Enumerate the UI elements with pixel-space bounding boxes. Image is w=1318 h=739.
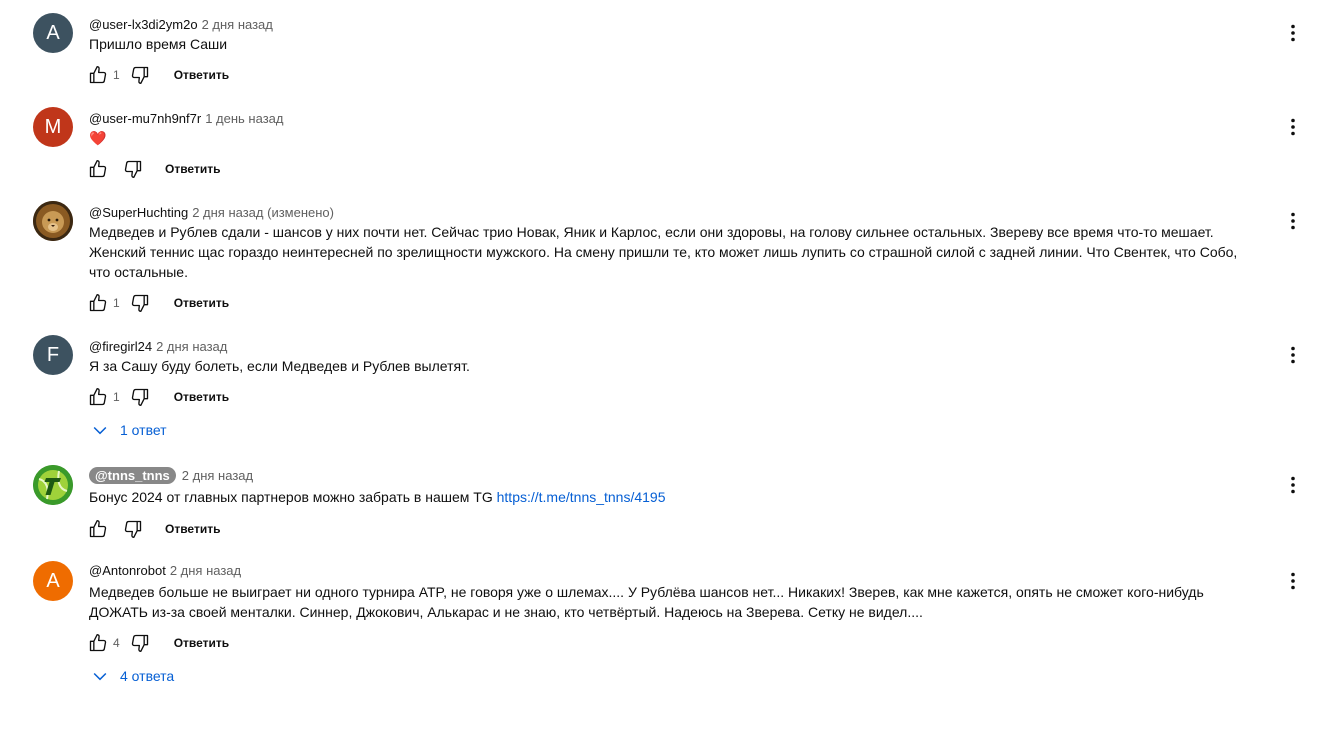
comment-author[interactable]: @user-mu7nh9nf7r [89, 111, 201, 126]
thumb-up-icon[interactable] [86, 63, 110, 87]
thumb-down-icon[interactable] [121, 157, 145, 181]
show-replies-button[interactable]: 4 ответа [90, 664, 174, 688]
like-count: 4 [113, 636, 120, 650]
comment-author[interactable]: @tnns_tnns [89, 466, 176, 484]
comment-actions: 4 Ответить [86, 631, 229, 655]
comment-actions: 1 Ответить [86, 63, 229, 87]
reply-button[interactable]: Ответить [174, 68, 229, 82]
show-replies-button[interactable]: 1 ответ [90, 418, 167, 442]
comment-header: @SuperHuchting 2 дня назад (изменено) [89, 203, 334, 221]
comment-actions: 1 Ответить [86, 291, 229, 315]
like-count: 1 [113, 390, 120, 404]
thumb-down-icon[interactable] [128, 291, 152, 315]
reply-button[interactable]: Ответить [165, 522, 220, 536]
reply-button[interactable]: Ответить [174, 636, 229, 650]
comment-author[interactable]: @Antonrobot [89, 563, 166, 578]
lion-photo [33, 201, 73, 241]
comment-time[interactable]: 2 дня назад [156, 339, 227, 354]
comment-header: @Antonrobot 2 дня назад [89, 561, 241, 579]
thumb-up-icon[interactable] [86, 517, 110, 541]
comment-time[interactable]: 2 дня назад [170, 563, 241, 578]
comment-author[interactable]: @SuperHuchting [89, 205, 188, 220]
reply-button[interactable]: Ответить [174, 390, 229, 404]
like-count: 1 [113, 296, 120, 310]
comment-text-content: Бонус 2024 от главных партнеров можно за… [89, 489, 497, 505]
thumb-up-icon[interactable] [86, 631, 110, 655]
avatar[interactable]: M [33, 107, 73, 147]
comment-text: Я за Сашу буду болеть, если Медведев и Р… [89, 358, 470, 374]
more-vertical-icon[interactable] [1281, 209, 1305, 233]
comment-link[interactable]: https://t.me/tnns_tnns/4195 [497, 489, 666, 505]
comment-header: @user-lx3di2ym2o 2 дня назад [89, 15, 273, 33]
comment-time[interactable]: 2 дня назад [202, 17, 273, 32]
comment-actions: Ответить [86, 517, 220, 541]
avatar[interactable]: A [33, 13, 73, 53]
comment-actions: 1 Ответить [86, 385, 229, 409]
comment-time[interactable]: 2 дня назад [182, 468, 253, 483]
chevron-down-icon [93, 672, 107, 681]
avatar[interactable] [33, 201, 73, 241]
comment-header: @user-mu7nh9nf7r 1 день назад [89, 109, 283, 127]
more-vertical-icon[interactable] [1281, 21, 1305, 45]
tennis-ball-logo [33, 465, 73, 505]
thumb-up-icon[interactable] [86, 291, 110, 315]
avatar[interactable]: A [33, 561, 73, 601]
comment-text: ❤️ [89, 130, 107, 146]
avatar[interactable] [33, 465, 73, 505]
thumb-down-icon[interactable] [128, 385, 152, 409]
replies-count: 4 ответа [120, 668, 175, 684]
more-vertical-icon[interactable] [1281, 473, 1305, 497]
comment-text: Бонус 2024 от главных партнеров можно за… [89, 487, 1259, 507]
reply-button[interactable]: Ответить [165, 162, 220, 176]
chevron-down-icon [93, 426, 107, 435]
comment-author[interactable]: @firegirl24 [89, 339, 152, 354]
comment-time[interactable]: 2 дня назад (изменено) [192, 205, 334, 220]
comment-header: @firegirl24 2 дня назад [89, 337, 227, 355]
comment-text: Медведев и Рублев сдали - шансов у них п… [89, 224, 1238, 280]
avatar[interactable]: F [33, 335, 73, 375]
comment-actions: Ответить [86, 157, 220, 181]
more-vertical-icon[interactable] [1281, 343, 1305, 367]
like-count: 1 [113, 68, 120, 82]
thumb-up-icon[interactable] [86, 157, 110, 181]
replies-count: 1 ответ [120, 422, 167, 438]
more-vertical-icon[interactable] [1281, 569, 1305, 593]
thumb-down-icon[interactable] [128, 631, 152, 655]
thumb-down-icon[interactable] [121, 517, 145, 541]
comment-time[interactable]: 1 день назад [205, 111, 283, 126]
comment-text: Медведев больше не выиграет ни одного ту… [89, 584, 1204, 620]
reply-button[interactable]: Ответить [174, 296, 229, 310]
comment-author[interactable]: @user-lx3di2ym2o [89, 17, 198, 32]
thumb-down-icon[interactable] [128, 63, 152, 87]
more-vertical-icon[interactable] [1281, 115, 1305, 139]
comment-text: Пришло время Саши [89, 36, 228, 52]
comment-header: @tnns_tnns 2 дня назад [89, 466, 253, 484]
thumb-up-icon[interactable] [86, 385, 110, 409]
